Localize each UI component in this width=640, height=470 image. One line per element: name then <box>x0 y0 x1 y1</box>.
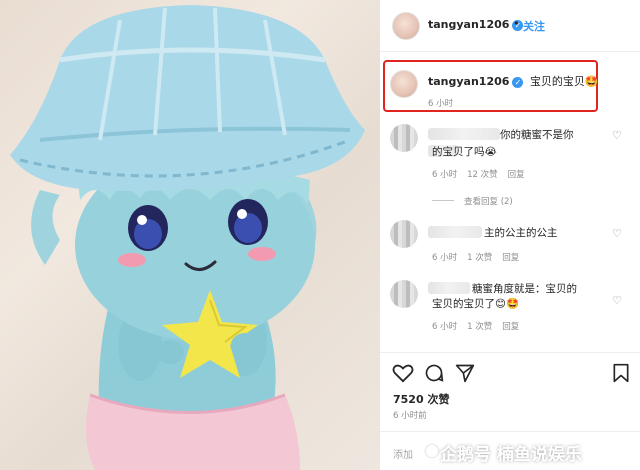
add-comment-placeholder[interactable]: 添加 <box>393 446 413 461</box>
post-header: tangyan1206 ✓ • 关注 <box>380 0 640 52</box>
comment-text-2: 宝贝的宝贝了😊🤩 <box>432 298 520 310</box>
post-actions: 7520 次赞 6 小时前 添加 企鹅号 楠鱼说娱乐 <box>380 352 640 470</box>
blurred-username <box>428 128 500 140</box>
post-time: 6 小时前 <box>393 411 427 421</box>
comment-reply-button[interactable]: 回复 <box>502 322 519 332</box>
post-photo <box>0 0 380 470</box>
comment-icon[interactable] <box>424 363 444 383</box>
likes-count[interactable]: 7520 次赞 <box>393 391 449 407</box>
comment-avatar[interactable] <box>390 280 418 308</box>
caption-verified-badge-icon: ✓ <box>512 77 524 88</box>
comment-text: 你的糖蜜不是你 <box>500 129 574 141</box>
comment-time: 6 小时 <box>432 322 458 332</box>
comment-text: 主的公主的公主 <box>484 227 558 239</box>
heart-icon[interactable] <box>392 363 414 383</box>
comment-avatar[interactable] <box>390 124 418 152</box>
separator-dot: • <box>513 17 520 30</box>
comment-time: 6 小时 <box>432 253 458 263</box>
comment-text-2: 的宝贝了吗😭 <box>432 146 497 158</box>
comment-time: 6 小时 <box>432 170 458 180</box>
comment-meta: 6 小时 12 次赞 回复 <box>432 168 535 180</box>
plush-doll-image <box>10 5 365 470</box>
comment-meta: 6 小时 1 次赞 回复 <box>432 251 529 263</box>
comment-avatar[interactable] <box>390 220 418 248</box>
add-comment-bar[interactable]: 添加 企鹅号 楠鱼说娱乐 <box>380 431 640 470</box>
caption-text: 宝贝的宝贝🤩 <box>529 75 599 88</box>
comment-like-icon[interactable]: ♡ <box>612 129 622 142</box>
blurred-username <box>428 226 482 238</box>
author-avatar[interactable] <box>392 12 420 40</box>
comment-reply-button[interactable]: 回复 <box>508 170 525 180</box>
caption-username[interactable]: tangyan1206 <box>428 75 509 88</box>
share-icon[interactable] <box>455 363 475 383</box>
comment-like-icon[interactable]: ♡ <box>612 227 622 240</box>
comment-text: 糖蜜角度就是：宝贝的 <box>472 283 577 295</box>
comment-likes[interactable]: 1 次赞 <box>467 253 492 263</box>
follow-button[interactable]: 关注 <box>523 18 545 34</box>
watermark-text: 企鹅号 楠鱼说娱乐 <box>440 445 582 465</box>
author-username[interactable]: tangyan1206 ✓ <box>428 18 524 31</box>
replies-divider <box>432 200 454 201</box>
blurred-username <box>428 282 470 294</box>
caption-line: tangyan1206 ✓ 宝贝的宝贝🤩 <box>428 73 599 89</box>
comment-likes[interactable]: 1 次赞 <box>467 322 492 332</box>
comment-like-icon[interactable]: ♡ <box>612 294 622 307</box>
author-username-text[interactable]: tangyan1206 <box>428 18 509 31</box>
post-side-panel: tangyan1206 ✓ • 关注 tangyan1206 ✓ 宝贝的宝贝🤩 6 … <box>380 0 640 470</box>
caption-avatar[interactable] <box>390 70 418 98</box>
comment-likes[interactable]: 12 次赞 <box>467 170 498 180</box>
bookmark-icon[interactable] <box>612 363 630 383</box>
caption-time: 6 小时 <box>428 99 454 109</box>
comment-reply-button[interactable]: 回复 <box>502 253 519 263</box>
comment-meta: 6 小时 1 次赞 回复 <box>432 320 529 332</box>
watermark-logo-icon <box>426 445 438 457</box>
view-replies-button[interactable]: 查看回复 (2) <box>464 195 513 207</box>
